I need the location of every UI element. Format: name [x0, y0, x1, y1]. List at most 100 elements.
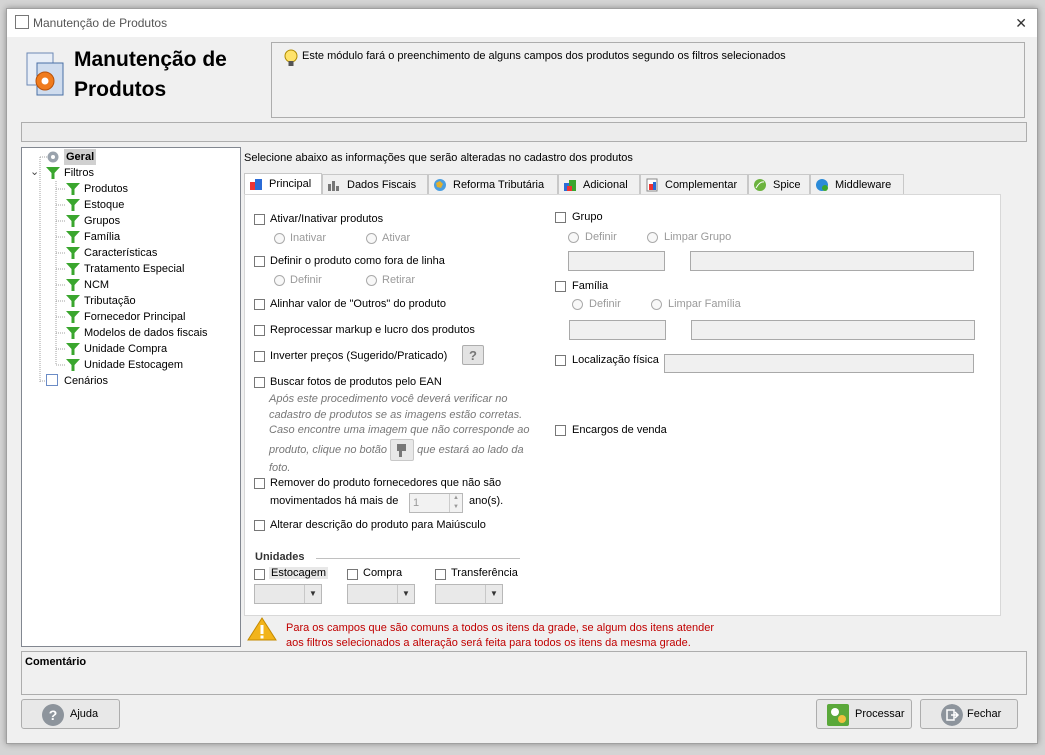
- lightbulb-icon: [284, 49, 298, 66]
- adicional-tab-icon: [564, 180, 576, 191]
- comment-box[interactable]: Comentário: [21, 651, 1027, 695]
- comment-label: Comentário: [25, 656, 87, 668]
- funnel-icon: [66, 199, 80, 211]
- transferencia-checkbox[interactable]: [435, 569, 446, 580]
- folder-icon: [46, 374, 58, 386]
- progress-bar: [21, 122, 1027, 142]
- grupo-definir-label: Definir: [585, 231, 617, 243]
- app-icon: [15, 15, 29, 29]
- network-globe-icon: [816, 179, 828, 191]
- buscar-fotos-label: Buscar fotos de produtos pelo EAN: [270, 376, 442, 388]
- globe-icon: [434, 179, 446, 191]
- remover-fornecedores-label: Remover do produto fornecedores que não …: [270, 477, 502, 489]
- maiusculo-checkbox[interactable]: [254, 520, 265, 531]
- maiusculo-label: Alterar descrição do produto para Maiúsc…: [270, 519, 486, 531]
- definir-label: Definir: [290, 274, 322, 286]
- tree-item-label: Estoque: [84, 199, 125, 211]
- close-icon[interactable]: ✕: [1015, 15, 1027, 32]
- tab-complementar[interactable]: Complementar: [640, 174, 748, 194]
- page-title: Manutenção de Produtos: [74, 48, 227, 101]
- principal-tab-icon: [250, 179, 262, 190]
- inverter-precos-checkbox[interactable]: [254, 351, 265, 362]
- encargos-label: Encargos de venda: [572, 424, 667, 436]
- localizacao-field[interactable]: [664, 354, 974, 373]
- inverter-help-button[interactable]: ?: [462, 345, 484, 365]
- compra-select[interactable]: ▼: [347, 584, 415, 604]
- buscar-fotos-note: Após este procedimento você deverá verif…: [269, 393, 530, 474]
- ativar-inativar-checkbox[interactable]: [254, 214, 265, 225]
- funnel-icon: [66, 215, 80, 227]
- estocagem-select[interactable]: ▼: [254, 584, 322, 604]
- spinner-arrows-icon[interactable]: ▲ ▼: [449, 494, 462, 512]
- familia-definir-radio[interactable]: [572, 299, 583, 310]
- funnel-icon: [66, 327, 80, 339]
- compra-checkbox[interactable]: [347, 569, 358, 580]
- retirar-radio[interactable]: [366, 275, 377, 286]
- products-maintenance-icon: [26, 52, 64, 96]
- remover-fornecedores-checkbox[interactable]: [254, 478, 265, 489]
- familia-checkbox[interactable]: [555, 281, 566, 292]
- funnel-icon: [66, 295, 80, 307]
- question-icon: ?: [42, 704, 64, 726]
- tree-item-label: Fornecedor Principal: [84, 311, 186, 323]
- unidades-divider: [316, 558, 520, 559]
- complementar-tab-icon: [646, 178, 658, 192]
- inativar-radio[interactable]: [274, 233, 285, 244]
- definir-radio[interactable]: [274, 275, 285, 286]
- buscar-fotos-checkbox[interactable]: [254, 377, 265, 388]
- tree-item-label: Família: [84, 231, 121, 243]
- limpar-familia-radio[interactable]: [651, 299, 662, 310]
- tab-dados-fiscais[interactable]: Dados Fiscais: [322, 174, 428, 194]
- leaf-icon: [754, 179, 766, 191]
- encargos-checkbox[interactable]: [555, 425, 566, 436]
- tab-reforma-tributaria[interactable]: Reforma Tributária: [428, 174, 558, 194]
- limpar-grupo-label: Limpar Grupo: [664, 231, 732, 243]
- tree-item-label: Características: [84, 247, 158, 259]
- tab-principal[interactable]: Principal: [244, 173, 322, 195]
- process-button[interactable]: Processar: [816, 699, 912, 729]
- funnel-icon: [66, 359, 80, 371]
- limpar-grupo-radio[interactable]: [647, 232, 658, 243]
- info-text: Este módulo fará o preenchimento de algu…: [302, 50, 786, 62]
- estocagem-checkbox[interactable]: [254, 569, 265, 580]
- gears-icon: [827, 704, 849, 726]
- title-bar: Manutenção de Produtos ✕: [7, 9, 1037, 37]
- grupo-name-field[interactable]: [690, 251, 974, 271]
- exit-icon: [941, 704, 963, 726]
- help-button[interactable]: ? Ajuda: [21, 699, 120, 729]
- grupo-label: Grupo: [572, 211, 603, 223]
- grupo-checkbox[interactable]: [555, 212, 566, 223]
- tab-adicional[interactable]: Adicional: [558, 174, 640, 194]
- familia-code-field[interactable]: [569, 320, 666, 340]
- estocagem-label: Estocagem: [269, 567, 329, 579]
- localizacao-checkbox[interactable]: [555, 355, 566, 366]
- alinhar-outros-checkbox[interactable]: [254, 299, 265, 310]
- tree-item-label: Produtos: [84, 183, 129, 195]
- ativar-radio[interactable]: [366, 233, 377, 244]
- thumbs-down-icon: [390, 438, 415, 461]
- grupo-code-field[interactable]: [568, 251, 665, 271]
- fora-linha-label: Definir o produto como fora de linha: [270, 255, 445, 267]
- funnel-icon: [66, 279, 80, 291]
- fora-linha-checkbox[interactable]: [254, 256, 265, 267]
- tree-item-label: Unidade Estocagem: [84, 359, 184, 371]
- tree-item-label: NCM: [84, 279, 110, 291]
- funnel-icon: [66, 343, 80, 355]
- transferencia-select[interactable]: ▼: [435, 584, 503, 604]
- chevron-down-icon[interactable]: ⌄: [30, 164, 39, 180]
- tab-spice[interactable]: Spice: [748, 174, 810, 194]
- anos-spinner[interactable]: 1 ▲ ▼: [409, 493, 463, 513]
- funnel-icon: [66, 183, 80, 195]
- reprocessar-checkbox[interactable]: [254, 325, 265, 336]
- close-button[interactable]: Fechar: [920, 699, 1018, 729]
- grupo-definir-radio[interactable]: [568, 232, 579, 243]
- filter-tree[interactable]: Geral ⌄ Filtros Produtos Estoque Grupos Fam…: [21, 147, 241, 647]
- gear-icon: [47, 151, 59, 163]
- ativar-label: Ativar: [382, 232, 411, 244]
- tab-middleware[interactable]: Middleware: [810, 174, 904, 194]
- chevron-down-icon: ▼: [485, 585, 502, 603]
- warning-icon: [247, 617, 277, 641]
- familia-name-field[interactable]: [691, 320, 975, 340]
- limpar-familia-label: Limpar Família: [668, 298, 741, 310]
- info-box: Este módulo fará o preenchimento de algu…: [271, 42, 1025, 118]
